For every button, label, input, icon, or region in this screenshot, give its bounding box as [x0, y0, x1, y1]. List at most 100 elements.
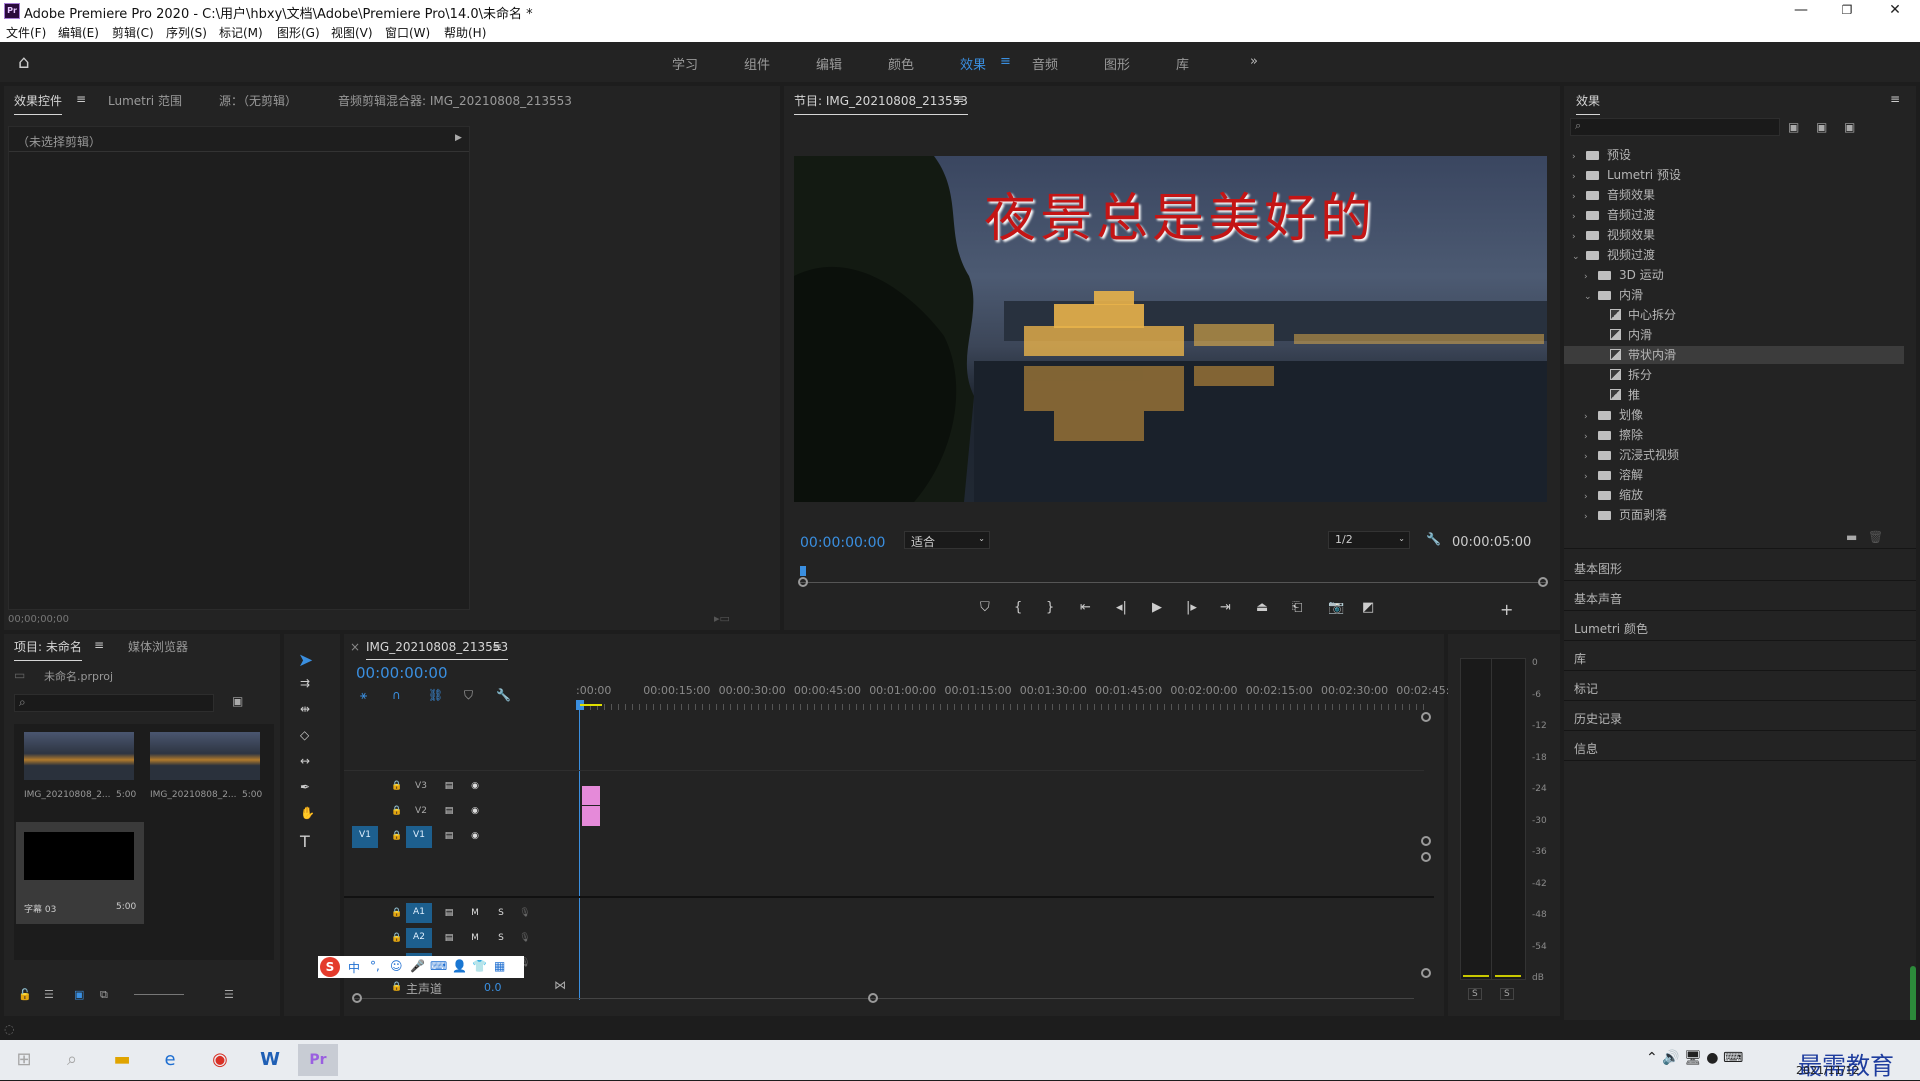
- workspace-graphics[interactable]: 图形: [1104, 54, 1130, 73]
- panel-menu-icon[interactable]: ≡: [954, 92, 964, 106]
- lock-icon[interactable]: 🔓: [18, 988, 32, 1001]
- effects-tree-item[interactable]: 推: [1596, 386, 1902, 404]
- panel-section-header[interactable]: 库: [1574, 650, 1586, 667]
- vscroll-handle[interactable]: [1421, 712, 1431, 722]
- zoom-handle-left[interactable]: [798, 577, 808, 587]
- panel-menu-icon[interactable]: ≡: [1890, 92, 1900, 106]
- punctuation-icon[interactable]: °,: [370, 959, 380, 973]
- monitor-playhead[interactable]: [800, 566, 806, 576]
- settings-wrench-icon[interactable]: 🔧: [496, 688, 511, 702]
- mark-in-icon[interactable]: {: [1014, 600, 1022, 615]
- title-clip-v1[interactable]: [582, 806, 600, 826]
- list-view-icon[interactable]: ☰: [44, 988, 54, 1001]
- maximize-button[interactable]: ❐: [1824, 0, 1870, 22]
- add-marker-icon[interactable]: ⛉: [980, 600, 990, 615]
- workspace-effects[interactable]: 效果: [960, 54, 986, 73]
- voice-icon[interactable]: 🎤: [410, 959, 425, 973]
- solo-right-button[interactable]: S: [1500, 988, 1514, 1000]
- effects-tree-item[interactable]: › 音频过渡: [1572, 206, 1902, 224]
- play-icon[interactable]: ▶: [1152, 600, 1162, 615]
- monitor-scrubber[interactable]: [798, 566, 1548, 588]
- effects-tree-item[interactable]: › 沉浸式视频: [1584, 446, 1902, 464]
- track-lock-icon[interactable]: 🔒: [388, 904, 406, 922]
- work-area-bar[interactable]: [580, 704, 602, 706]
- close-button[interactable]: ✕: [1872, 0, 1918, 22]
- time-ruler[interactable]: :00:00 00:00:15:00 00:00:30:00 00:00:45:00 0…: [576, 678, 1449, 704]
- search-icon[interactable]: ⌕: [52, 1044, 92, 1076]
- tab-media-browser[interactable]: 媒体浏览器: [128, 638, 188, 655]
- track-lock-icon[interactable]: 🔒: [388, 777, 406, 795]
- emoji-icon[interactable]: ☺: [390, 959, 403, 973]
- chevron-right-icon[interactable]: ›: [1584, 492, 1598, 502]
- solo-button[interactable]: S: [492, 929, 510, 947]
- panel-section-header[interactable]: 历史记录: [1574, 710, 1622, 727]
- menu-marker[interactable]: 标记(M): [219, 24, 263, 41]
- sync-lock-icon[interactable]: ▤: [440, 904, 458, 922]
- wrench-icon[interactable]: 🔧: [1426, 532, 1441, 546]
- title-clip-v2[interactable]: [582, 786, 600, 805]
- sogou-icon[interactable]: S: [320, 957, 340, 977]
- effects-tree-item[interactable]: › 擦除: [1584, 426, 1902, 444]
- chevron-right-icon[interactable]: ›: [1572, 172, 1586, 182]
- resolution-dropdown[interactable]: 1/2 ⌄: [1328, 531, 1410, 549]
- step-back-icon[interactable]: ◂|: [1116, 600, 1127, 615]
- add-marker-icon[interactable]: ⛉: [464, 688, 473, 703]
- panel-section-header[interactable]: 信息: [1574, 740, 1598, 757]
- project-item[interactable]: IMG_20210808_2... 5:00: [16, 724, 146, 816]
- workspace-editing[interactable]: 编辑: [816, 54, 842, 73]
- close-tab-icon[interactable]: ×: [350, 640, 360, 654]
- slip-tool-icon[interactable]: ↔: [300, 754, 310, 768]
- selection-tool-icon[interactable]: ➤: [298, 650, 313, 671]
- add-button-icon[interactable]: +: [1500, 600, 1513, 619]
- solo-button[interactable]: S: [492, 904, 510, 922]
- sync-lock-icon[interactable]: ▤: [440, 802, 458, 820]
- chevron-right-icon[interactable]: ›: [1572, 192, 1586, 202]
- vscroll-handle[interactable]: [1421, 968, 1431, 978]
- playhead-timecode[interactable]: 00:00:00:00: [800, 535, 885, 551]
- fit-dropdown[interactable]: 适合 ⌄: [904, 531, 990, 549]
- panel-menu-icon[interactable]: ≡: [492, 640, 502, 654]
- lift-icon[interactable]: ⏏: [1256, 600, 1268, 615]
- tray-icons[interactable]: ⌃ 🔊 🖥 ● ⌨: [1646, 1050, 1743, 1066]
- chevron-right-icon[interactable]: ›: [1572, 232, 1586, 242]
- chevron-down-icon[interactable]: ⌄: [1584, 292, 1598, 302]
- track-select-tool-icon[interactable]: ⇉: [300, 676, 310, 690]
- tab-audio-clip-mixer[interactable]: 音频剪辑混合器: IMG_20210808_213553: [338, 92, 572, 109]
- effects-search-input[interactable]: ⌕: [1570, 118, 1780, 136]
- vscroll-handle[interactable]: [1421, 852, 1431, 862]
- chevron-right-icon[interactable]: ›: [1584, 512, 1598, 522]
- effects-tree-item[interactable]: ⌄ 视频过渡: [1572, 246, 1902, 264]
- type-tool-icon[interactable]: T: [300, 832, 310, 851]
- home-icon[interactable]: ⌂: [18, 52, 29, 73]
- workspace-audio[interactable]: 音频: [1032, 54, 1058, 73]
- mute-button[interactable]: M: [466, 904, 484, 922]
- effects-tree-item[interactable]: › 视频效果: [1572, 226, 1902, 244]
- chevron-right-icon[interactable]: ›: [1572, 212, 1586, 222]
- panel-menu-icon[interactable]: ≡: [94, 638, 104, 652]
- menu-sequence[interactable]: 序列(S): [166, 24, 207, 41]
- sync-lock-icon[interactable]: ▤: [440, 929, 458, 947]
- workspace-learn[interactable]: 学习: [672, 54, 698, 73]
- tab-sequence[interactable]: IMG_20210808_213553: [366, 640, 509, 660]
- tab-lumetri-scopes[interactable]: Lumetri 范围: [108, 92, 182, 109]
- track-lock-icon[interactable]: 🔒: [388, 802, 406, 820]
- bowtie-icon[interactable]: ⋈: [554, 978, 566, 992]
- mute-button[interactable]: M: [466, 929, 484, 947]
- word-icon[interactable]: W: [250, 1044, 290, 1076]
- effects-tree-item[interactable]: › Lumetri 预设: [1572, 166, 1902, 184]
- track-label-a2[interactable]: A2: [406, 928, 432, 948]
- new-bin-icon[interactable]: ▬: [1846, 530, 1857, 544]
- project-item[interactable]: IMG_20210808_2... 5:00: [146, 724, 274, 816]
- microphone-icon[interactable]: 🎙: [516, 929, 534, 947]
- effects-tree-item[interactable]: 内滑: [1596, 326, 1902, 344]
- export-frame-icon[interactable]: 📷: [1328, 600, 1344, 615]
- workspace-color[interactable]: 颜色: [888, 54, 914, 73]
- file-explorer-icon[interactable]: ▬: [102, 1044, 142, 1076]
- freeform-view-icon[interactable]: ⧉: [100, 988, 108, 1002]
- timeline-timecode[interactable]: 00:00:00:00: [356, 664, 448, 682]
- hscroll-track[interactable]: [354, 998, 1414, 999]
- track-label-v2[interactable]: V2: [412, 802, 430, 820]
- menu-edit[interactable]: 编辑(E): [58, 24, 99, 41]
- menu-help[interactable]: 帮助(H): [444, 24, 486, 41]
- sync-lock-icon[interactable]: ▤: [440, 827, 458, 845]
